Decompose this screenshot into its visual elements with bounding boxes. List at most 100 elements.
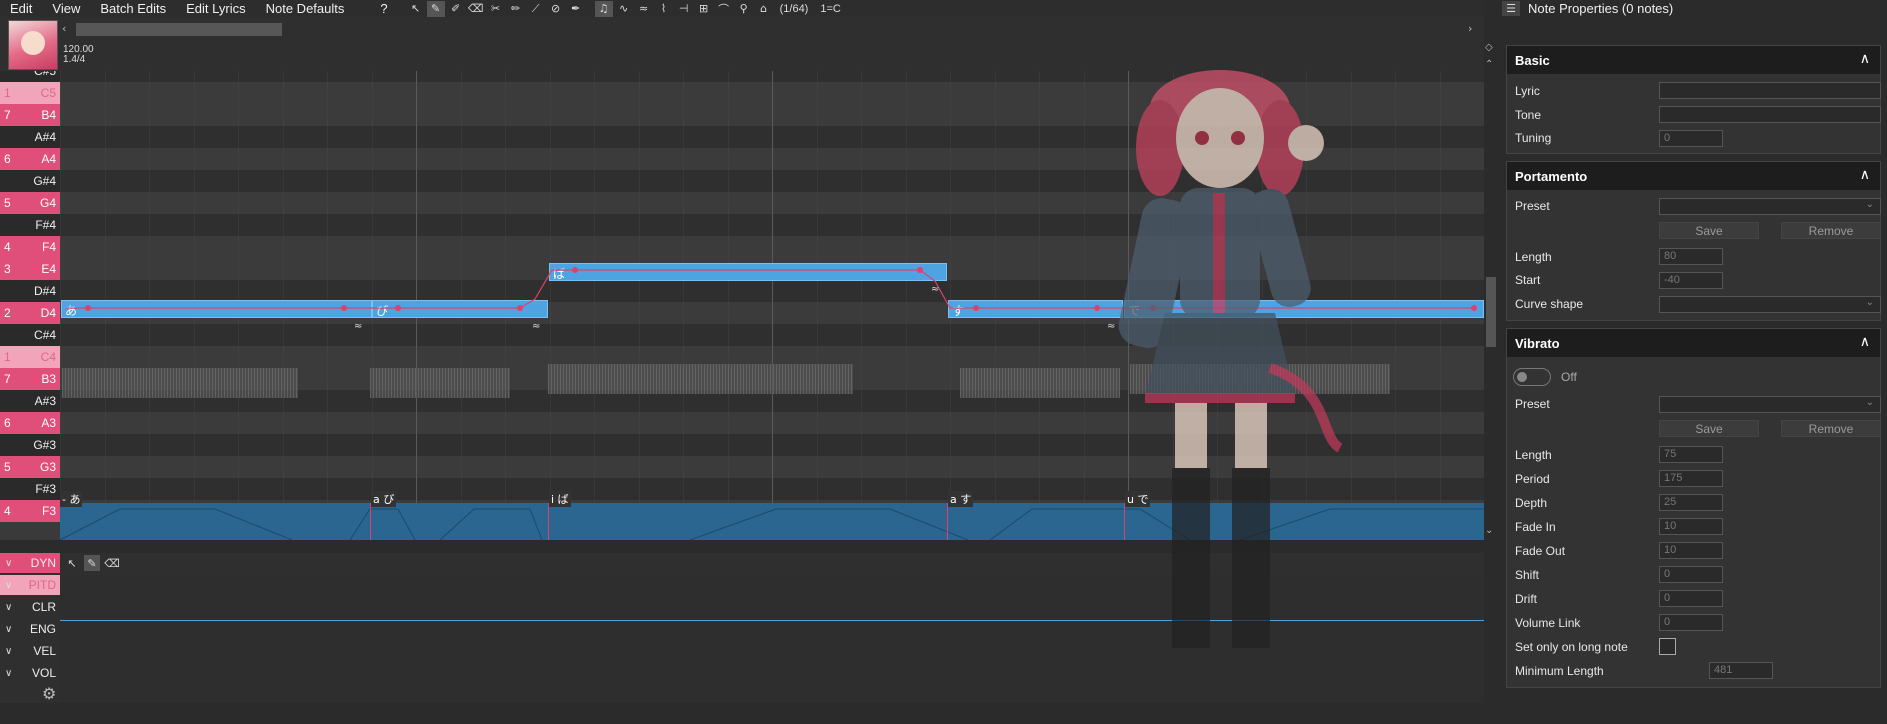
phoneme-boundary[interactable] — [947, 503, 948, 540]
pitch-point[interactable] — [517, 305, 523, 311]
show-tips-icon[interactable]: ♫ — [594, 0, 613, 17]
select-tool-icon[interactable]: ↖ — [407, 1, 425, 17]
pitch-point[interactable] — [1150, 305, 1156, 311]
portamento-remove-button[interactable]: Remove — [1781, 222, 1881, 239]
snap-division[interactable]: (1/64) — [774, 3, 815, 15]
show-pitch-icon[interactable]: ≈ — [635, 1, 653, 17]
vibrato-preset-dropdown[interactable]: ⌄ — [1659, 396, 1881, 413]
portamento-start-field[interactable]: -40 — [1659, 272, 1723, 289]
vibrato-volume-link-field[interactable]: 0 — [1659, 614, 1723, 631]
vibrato-icon[interactable]: ≈ — [931, 284, 939, 295]
pitch-point[interactable] — [973, 305, 979, 311]
phoneme-boundary[interactable] — [370, 503, 371, 540]
line-tool-icon[interactable]: ⟋ — [527, 1, 545, 17]
vibrato-shift-field[interactable]: 0 — [1659, 566, 1723, 583]
scroll-down-icon[interactable]: ⌄ — [1485, 525, 1493, 536]
vibrato-period-field[interactable]: 175 — [1659, 470, 1723, 487]
portamento-preset-dropdown[interactable]: ⌄ — [1659, 198, 1881, 215]
vibrato-depth-field[interactable]: 25 — [1659, 494, 1723, 511]
phoneme-label[interactable]: - あ — [60, 491, 83, 507]
expression-curve-area[interactable] — [60, 575, 1484, 703]
tempo-display[interactable]: 120.00 1.4/4 — [63, 45, 94, 65]
show-portamento-icon[interactable]: ⌇ — [655, 1, 673, 17]
key-signature[interactable]: 1=C — [814, 3, 847, 15]
menu-edit-lyrics[interactable]: Edit Lyrics — [176, 1, 255, 16]
menu-note-defaults[interactable]: Note Defaults — [256, 1, 355, 16]
phoneme-label[interactable]: a す — [948, 491, 974, 507]
expression-row-pitd[interactable]: ∨ PITD — [0, 575, 60, 595]
vibrato-icon[interactable]: ≈ — [532, 321, 540, 332]
scroll-right-icon[interactable]: › — [1468, 22, 1472, 35]
long-note-checkbox[interactable] — [1659, 638, 1676, 655]
menu-edit[interactable]: Edit — [0, 1, 42, 16]
vibrato-section-header[interactable]: Vibrato ∧ — [1507, 329, 1880, 357]
pen-tool-icon[interactable]: ✎ — [84, 555, 100, 571]
curve-icon[interactable]: ⌒ — [715, 1, 733, 17]
singer-avatar[interactable] — [8, 20, 58, 70]
minimum-length-field[interactable]: 481 — [1709, 662, 1773, 679]
expression-row-clr[interactable]: ∨ CLR — [0, 597, 60, 617]
portamento-save-button[interactable]: Save — [1659, 222, 1759, 239]
phoneme-label[interactable]: i ば — [549, 491, 571, 507]
pen-plus-tool-icon[interactable]: ✐ — [447, 1, 465, 17]
vibrato-icon[interactable]: ≈ — [1107, 321, 1115, 332]
portamento-section-header[interactable]: Portamento ∧ — [1507, 162, 1880, 190]
vertical-scroll-strip[interactable]: ◇ ⌃ ⌄ — [1484, 17, 1498, 724]
curve-shape-dropdown[interactable]: ⌄ — [1659, 296, 1881, 313]
phoneme-label[interactable]: a び — [371, 491, 397, 507]
scroll-up-icon[interactable]: ⌃ — [1485, 59, 1493, 70]
phoneme-boundary[interactable] — [548, 503, 549, 540]
pen-tool-icon[interactable]: ✎ — [426, 0, 445, 17]
eraser-tool-icon[interactable]: ⌫ — [467, 1, 485, 17]
vibrato-toggle[interactable] — [1513, 368, 1551, 386]
select-tool-icon[interactable]: ↖ — [64, 555, 80, 571]
expression-row-vel[interactable]: ∨ VEL — [0, 641, 60, 661]
snap-icon[interactable]: ⊣ — [675, 1, 693, 17]
pitch-point[interactable] — [85, 305, 91, 311]
expression-curve-line[interactable] — [60, 620, 1484, 621]
properties-icon[interactable]: ☰ — [1502, 1, 1520, 16]
vibrato-drift-field[interactable]: 0 — [1659, 590, 1723, 607]
tuning-field[interactable]: 0 — [1659, 130, 1723, 147]
draw-pitch-tool-icon[interactable]: ✏ — [507, 1, 525, 17]
waveform-icon[interactable]: ⊞ — [695, 1, 713, 17]
expression-row-vol[interactable]: ∨ VOL — [0, 663, 60, 683]
vibrato-length-field[interactable]: 75 — [1659, 446, 1723, 463]
vibrato-fade-out-field[interactable]: 10 — [1659, 542, 1723, 559]
piano-roll[interactable]: C#5 1 C5 7 B4 A#4 6 A4 G#4 5 G4 F#4 4 F4 3 E4 D#4 2 D4 C#4 1… — [0, 71, 1484, 540]
chevron-up-icon[interactable]: ∧ — [1860, 51, 1870, 67]
vibrato-icon[interactable]: ≈ — [354, 321, 362, 332]
eraser-tool-icon[interactable]: ⌫ — [104, 555, 120, 571]
show-vibrato-icon[interactable]: ∿ — [615, 1, 633, 17]
note-params-icon[interactable]: ⌂ — [755, 1, 773, 17]
menu-batch-edits[interactable]: Batch Edits — [90, 1, 176, 16]
tone-field[interactable] — [1659, 106, 1881, 123]
phoneme-boundary[interactable] — [1124, 503, 1125, 540]
scroll-left-icon[interactable]: ‹ — [62, 22, 66, 35]
knife-tool-icon[interactable]: ✂ — [487, 1, 505, 17]
phoneme-label[interactable]: u で — [1125, 491, 1151, 507]
horizontal-scrollbar[interactable] — [76, 23, 282, 36]
pitch-point[interactable] — [341, 305, 347, 311]
vibrato-save-button[interactable]: Save — [1659, 420, 1759, 437]
phoneme-icon[interactable]: ⚲ — [735, 1, 753, 17]
expression-row-dyn[interactable]: ∨ DYN — [0, 553, 60, 573]
pitch-point[interactable] — [395, 305, 401, 311]
menu-view[interactable]: View — [42, 1, 90, 16]
pitch-curve[interactable] — [0, 71, 1484, 540]
phoneme-track[interactable]: - あ a び i ば a す u で — [60, 491, 1484, 540]
lyric-field[interactable] — [1659, 82, 1881, 99]
zoom-icon[interactable]: ◇ — [1485, 42, 1493, 53]
chevron-up-icon[interactable]: ∧ — [1860, 167, 1870, 183]
expression-row-eng[interactable]: ∨ ENG — [0, 619, 60, 639]
chevron-up-icon[interactable]: ∧ — [1860, 334, 1870, 350]
pitch-point[interactable] — [572, 267, 578, 273]
basic-section-header[interactable]: Basic ∧ — [1507, 46, 1880, 74]
pitch-point[interactable] — [917, 267, 923, 273]
vibrato-fade-in-field[interactable]: 10 — [1659, 518, 1723, 535]
vibrato-remove-button[interactable]: Remove — [1781, 420, 1881, 437]
pitch-point[interactable] — [1094, 305, 1100, 311]
portamento-length-field[interactable]: 80 — [1659, 248, 1723, 265]
pipette-tool-icon[interactable]: ✒ — [567, 1, 585, 17]
overwrite-pitch-tool-icon[interactable]: ⊘ — [547, 1, 565, 17]
